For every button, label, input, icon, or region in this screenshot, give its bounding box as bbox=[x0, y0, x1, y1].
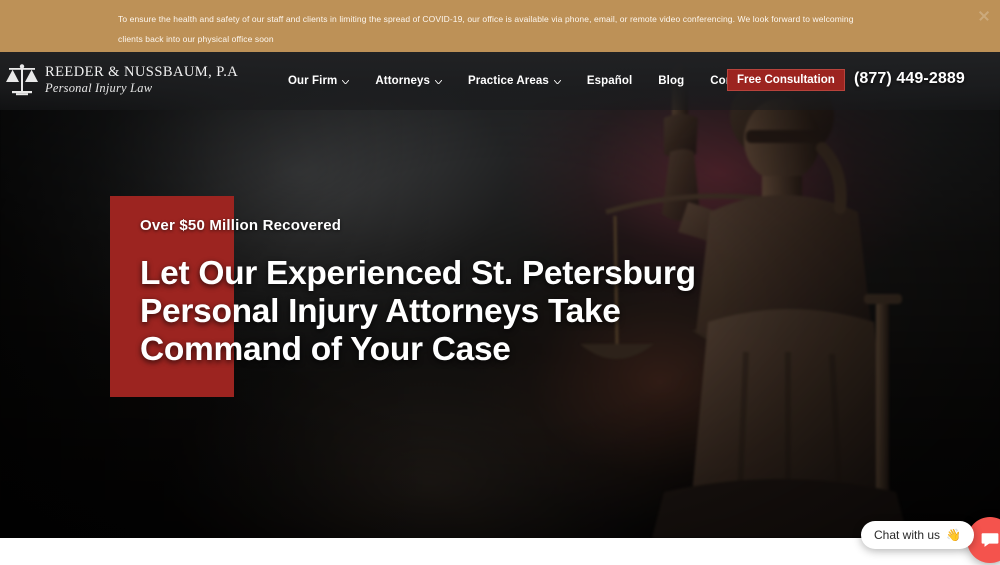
nav-item-attorneys[interactable]: Attorneys bbox=[362, 52, 455, 110]
hero-eyebrow: Over $50 Million Recovered bbox=[140, 217, 342, 234]
hero-section: Over $50 Million Recovered Let Our Exper… bbox=[0, 52, 1000, 538]
nav-label: Practice Areas bbox=[467, 75, 549, 87]
nav-item-espanol[interactable]: Español bbox=[574, 52, 645, 110]
nav-label: Español bbox=[586, 75, 633, 87]
nav-item-our-firm[interactable]: Our Firm bbox=[288, 52, 362, 110]
covid-announcement-text: To ensure the health and safety of our s… bbox=[118, 14, 854, 44]
nav-item-blog[interactable]: Blog bbox=[645, 52, 697, 110]
phone-number-link[interactable]: (877) 449-2889 bbox=[854, 70, 965, 88]
chevron-down-icon bbox=[342, 80, 350, 84]
scales-of-justice-icon bbox=[6, 63, 38, 97]
nav-label: Blog bbox=[658, 75, 685, 87]
close-icon[interactable] bbox=[977, 9, 991, 23]
chat-prompt-bubble[interactable]: Chat with us 👋 bbox=[861, 521, 974, 549]
below-fold-content bbox=[0, 538, 1000, 565]
nav-label: Our Firm bbox=[288, 75, 338, 87]
free-consultation-label: Free Consultation bbox=[737, 74, 835, 86]
site-header: REEDER & NUSSBAUM, P.A Personal Injury L… bbox=[0, 52, 1000, 110]
waving-hand-icon: 👋 bbox=[946, 528, 961, 542]
logo-tagline: Personal Injury Law bbox=[45, 81, 153, 95]
logo-name: REEDER & NUSSBAUM, P.A bbox=[45, 64, 239, 80]
nav-label: Attorneys bbox=[375, 75, 430, 87]
chevron-down-icon bbox=[434, 80, 442, 84]
free-consultation-button[interactable]: Free Consultation bbox=[727, 69, 845, 91]
chat-bubble-icon bbox=[980, 530, 1000, 550]
logo[interactable]: REEDER & NUSSBAUM, P.A Personal Injury L… bbox=[6, 63, 238, 97]
chevron-down-icon bbox=[553, 80, 561, 84]
main-navigation: Our Firm Attorneys Practice Areas Españo… bbox=[288, 52, 796, 110]
nav-item-practice-areas[interactable]: Practice Areas bbox=[455, 52, 574, 110]
covid-announcement-banner: To ensure the health and safety of our s… bbox=[0, 0, 1000, 52]
chat-prompt-label: Chat with us bbox=[874, 528, 941, 542]
page-title: Let Our Experienced St. Petersburg Perso… bbox=[140, 255, 696, 368]
hero-content: Over $50 Million Recovered Let Our Exper… bbox=[140, 217, 760, 369]
